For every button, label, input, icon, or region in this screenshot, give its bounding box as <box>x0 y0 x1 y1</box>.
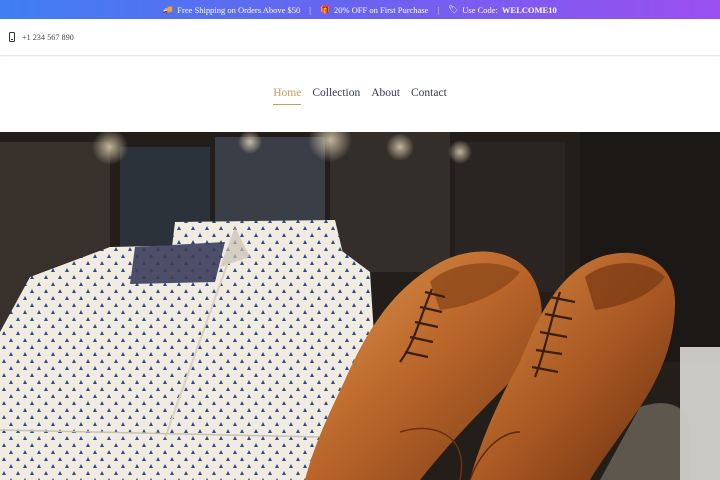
phone-number[interactable]: +1 234 567 890 <box>22 33 74 42</box>
gift-icon: 🎁 <box>319 5 330 14</box>
hero-image <box>0 132 720 480</box>
promo-separator: | <box>309 4 311 15</box>
phone-icon <box>9 32 15 42</box>
hero-illustration <box>0 132 720 480</box>
nav-contact[interactable]: Contact <box>411 87 447 102</box>
contact-bar: +1 234 567 890 <box>0 19 720 56</box>
promo-discount: 🎁 20% OFF on First Purchase <box>320 5 428 15</box>
nav-about[interactable]: About <box>371 87 400 102</box>
nav-home[interactable]: Home <box>273 87 302 105</box>
truck-icon: 🚚 <box>163 5 174 14</box>
promo-shipping: 🚚 Free Shipping on Orders Above $50 <box>163 5 300 15</box>
promo-discount-text: 20% OFF on First Purchase <box>333 4 429 15</box>
main-nav: Home Collection About Contact <box>0 57 720 132</box>
promo-shipping-text: Free Shipping on Orders Above $50 <box>177 4 301 15</box>
promo-separator: | <box>437 4 440 15</box>
promo-code-prefix: Use Code: <box>462 4 498 15</box>
promo-banner: 🚚 Free Shipping on Orders Above $50 | 🎁 … <box>0 0 720 19</box>
tag-icon: 🏷 <box>448 5 459 14</box>
promo-code-value: WELCOME10 <box>501 4 557 15</box>
nav-collection[interactable]: Collection <box>312 87 360 102</box>
promo-code: 🏷 Use Code: WELCOME10 <box>448 5 557 15</box>
